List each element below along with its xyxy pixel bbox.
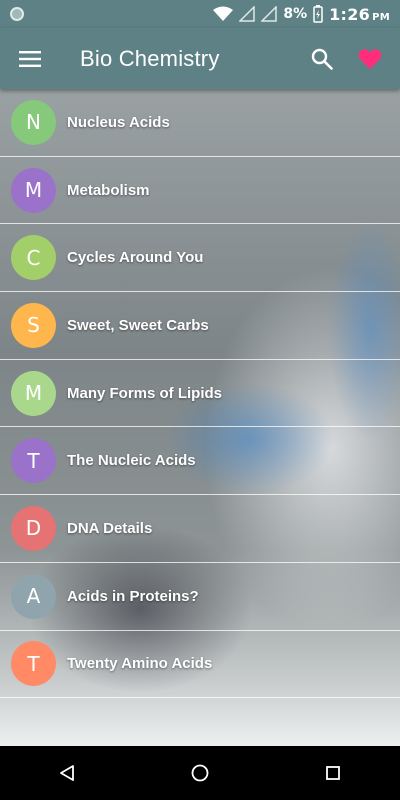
list-item-label: Sweet, Sweet Carbs: [67, 316, 209, 334]
home-icon: [191, 764, 209, 782]
home-button[interactable]: [170, 746, 230, 800]
list-item[interactable]: T Twenty Amino Acids: [0, 631, 400, 699]
menu-button[interactable]: [0, 29, 60, 89]
search-button[interactable]: [300, 37, 344, 81]
list-item-label: Acids in Proteins?: [67, 587, 199, 605]
avatar: D: [11, 505, 56, 551]
list-item-label: Many Forms of Lipids: [67, 384, 223, 402]
avatar: T: [11, 641, 56, 687]
clock: 1:26 PM: [329, 5, 390, 24]
avatar: T: [11, 438, 56, 484]
recents-icon: [326, 766, 341, 780]
avatar: M: [11, 370, 56, 416]
list-item[interactable]: M Metabolism: [0, 157, 400, 225]
recents-button[interactable]: [303, 746, 363, 800]
avatar: S: [11, 302, 56, 348]
list-item[interactable]: S Sweet, Sweet Carbs: [0, 292, 400, 360]
app-bar: Bio Chemistry: [0, 28, 400, 89]
list-item[interactable]: C Cycles Around You: [0, 224, 400, 293]
avatar: A: [11, 573, 56, 619]
topic-list: N Nucleus Acids M Metabolism C Cycles Ar…: [0, 89, 400, 746]
signal-icon: [239, 6, 256, 22]
battery-percent: 8%: [283, 6, 308, 22]
clock-am-pm: PM: [372, 11, 390, 23]
battery-charging-icon: [313, 5, 323, 23]
list-item-label: DNA Details: [67, 519, 153, 537]
avatar: N: [11, 99, 56, 145]
clock-time: 1:26: [329, 4, 371, 24]
list-item[interactable]: D DNA Details: [0, 495, 400, 563]
avatar: C: [11, 235, 56, 281]
list-item-label: Cycles Around You: [67, 249, 204, 267]
list-item[interactable]: M Many Forms of Lipids: [0, 360, 400, 428]
back-button[interactable]: [37, 746, 97, 800]
status-bar: 8% 1:26 PM: [0, 0, 400, 28]
avatar: M: [11, 167, 56, 213]
navigation-bar: [0, 746, 400, 800]
status-icons: 8% 1:26 PM: [213, 5, 390, 24]
list-item-label: Metabolism: [67, 181, 150, 199]
menu-icon: [19, 50, 41, 67]
heart-icon: [358, 48, 382, 69]
list-item[interactable]: T The Nucleic Acids: [0, 427, 400, 496]
back-icon: [59, 765, 74, 781]
wifi-icon: [213, 6, 234, 21]
signal-icon: [261, 6, 278, 22]
list-item[interactable]: A Acids in Proteins?: [0, 563, 400, 631]
list-item-label: The Nucleic Acids: [67, 452, 196, 470]
list-item-label: Twenty Amino Acids: [67, 655, 213, 673]
list-item-label: Nucleus Acids: [67, 113, 170, 131]
search-icon: [311, 48, 333, 70]
page-title: Bio Chemistry: [80, 45, 220, 71]
favorites-button[interactable]: [344, 37, 396, 81]
list-item[interactable]: N Nucleus Acids: [0, 89, 400, 157]
notification-icon: [10, 7, 24, 21]
